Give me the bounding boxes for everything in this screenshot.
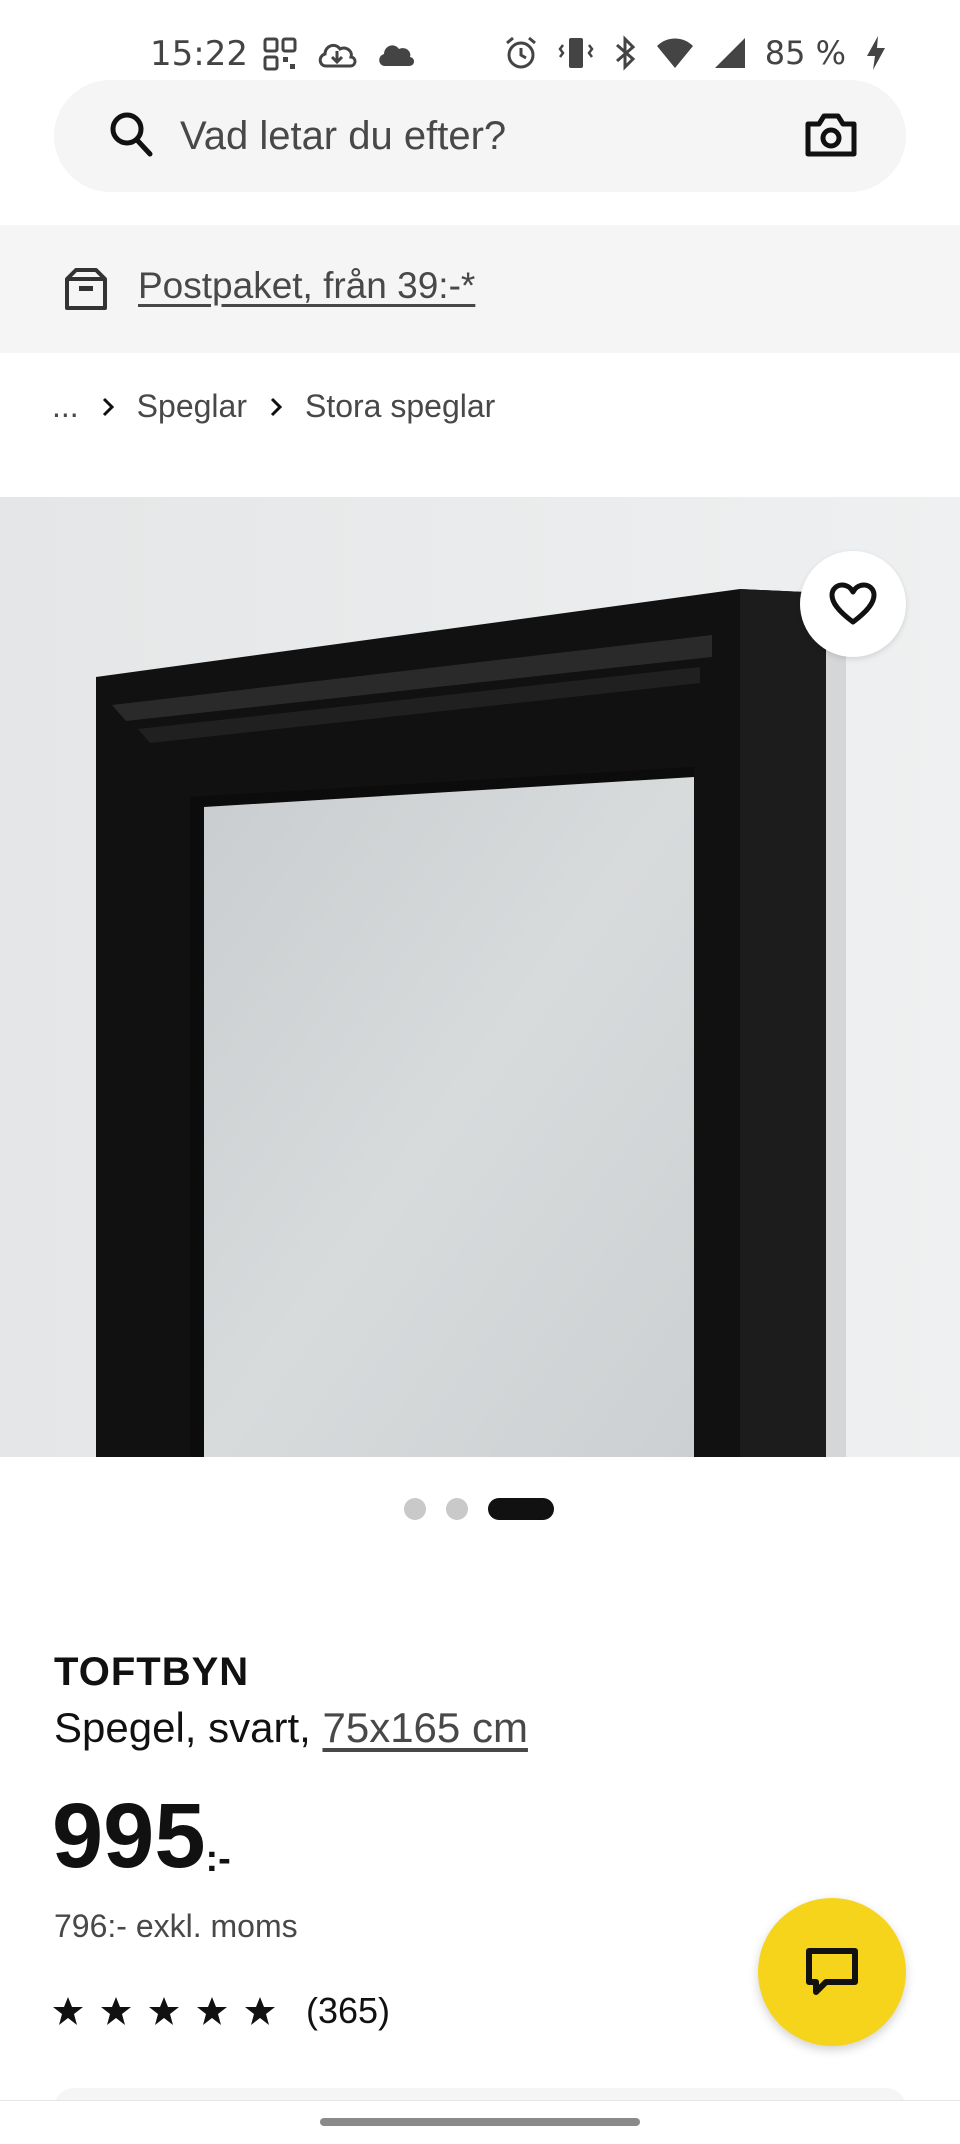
chevron-right-icon xyxy=(102,397,114,416)
favorite-button[interactable] xyxy=(800,551,906,657)
alarm-icon xyxy=(505,36,536,69)
status-right-icons: 85 % xyxy=(503,34,888,72)
battery-percentage: 85 % xyxy=(764,34,846,72)
search-input[interactable] xyxy=(180,80,820,192)
product-description-text: Spegel, svart, xyxy=(54,1704,311,1751)
search-bar[interactable] xyxy=(54,80,906,192)
breadcrumb-stora-speglar[interactable]: Stora speglar xyxy=(305,388,495,425)
carousel-indicator xyxy=(404,1498,554,1520)
breadcrumb-ellipsis[interactable]: ... xyxy=(52,388,79,425)
wifi-icon xyxy=(656,38,693,68)
carousel-dot[interactable] xyxy=(404,1498,426,1520)
delivery-banner[interactable]: Postpaket, från 39:-* xyxy=(0,225,960,353)
star-icon xyxy=(101,1997,131,2025)
price-amount: 995 xyxy=(52,1785,206,1887)
home-gesture-bar[interactable] xyxy=(320,2118,640,2126)
camera-icon[interactable] xyxy=(804,110,858,160)
star-icon xyxy=(149,1997,179,2025)
cloud-icon xyxy=(379,45,415,66)
delivery-link[interactable]: Postpaket, från 39:-* xyxy=(138,265,475,307)
product-price: 995 :- xyxy=(52,1790,231,1882)
rating-stars xyxy=(52,1995,276,2027)
carousel-dot-active[interactable] xyxy=(488,1498,554,1520)
status-left-icons xyxy=(262,36,416,72)
star-icon xyxy=(197,1997,227,2025)
parcel-box-icon xyxy=(65,268,107,310)
battery-charging-icon xyxy=(867,36,885,70)
rating-count[interactable]: (365) xyxy=(306,1990,390,2032)
chat-icon xyxy=(806,1948,858,1995)
product-description: Spegel, svart, 75x165 cm xyxy=(54,1704,528,1752)
signal-icon xyxy=(714,38,745,68)
product-rating[interactable]: (365) xyxy=(52,1990,390,2032)
chevron-right-icon xyxy=(270,397,283,416)
chat-button[interactable] xyxy=(758,1898,906,2046)
star-icon xyxy=(53,1997,83,2025)
cloud-download-icon xyxy=(318,43,357,68)
vibrate-icon xyxy=(558,38,594,68)
product-size-link[interactable]: 75x165 cm xyxy=(322,1704,527,1751)
status-time: 15:22 xyxy=(150,34,248,74)
breadcrumb-speglar[interactable]: Speglar xyxy=(137,388,247,425)
status-bar: 15:22 85 % xyxy=(0,0,960,90)
star-icon xyxy=(245,1997,275,2025)
price-excl-vat: 796:- exkl. moms xyxy=(54,1908,298,1944)
search-icon[interactable] xyxy=(106,108,156,162)
breadcrumb: ... Speglar Stora speglar xyxy=(52,388,495,425)
carousel-dot[interactable] xyxy=(446,1498,468,1520)
qr-icon xyxy=(263,37,297,71)
bluetooth-icon xyxy=(615,35,635,71)
heart-icon xyxy=(829,582,877,625)
product-name: TOFTBYN xyxy=(54,1650,250,1694)
price-suffix: :- xyxy=(205,1838,231,1880)
